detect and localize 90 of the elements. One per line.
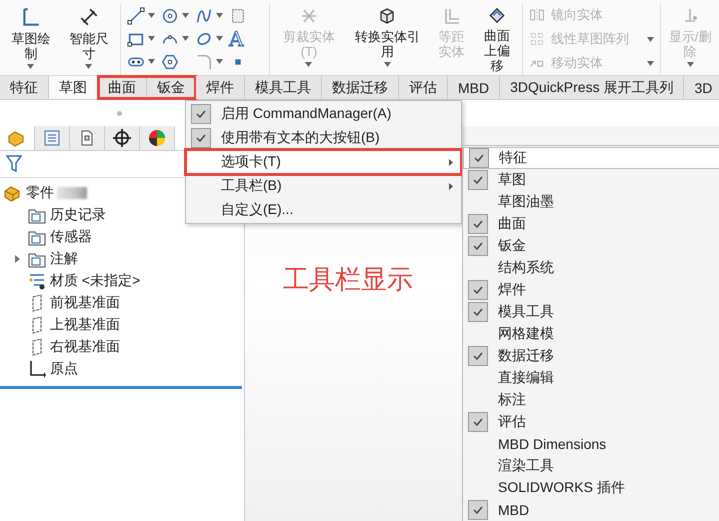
menu-item[interactable]: 模具工具 <box>463 301 719 323</box>
tree-item[interactable]: 材质 <未指定> <box>50 272 140 290</box>
caret-icon[interactable] <box>148 36 155 41</box>
caret-icon[interactable] <box>182 36 189 41</box>
property-tab[interactable] <box>35 126 70 150</box>
polygon-icon[interactable] <box>160 52 179 70</box>
tree-item[interactable]: 上视基准面 <box>50 316 120 334</box>
checkbox[interactable] <box>468 500 488 520</box>
ribbon-button[interactable]: 智能尺寸 <box>62 4 116 75</box>
tree-item[interactable]: 原点 <box>50 360 78 378</box>
tree-item[interactable]: 右视基准面 <box>50 338 120 356</box>
checkbox[interactable] <box>191 104 211 124</box>
caret-icon[interactable] <box>216 13 223 18</box>
caret-icon[interactable] <box>85 64 92 69</box>
caret-icon[interactable] <box>148 59 155 64</box>
tree-item[interactable]: 历史记录 <box>50 206 106 224</box>
checkbox[interactable] <box>468 280 488 300</box>
menu-item[interactable]: 焊件 <box>463 279 719 301</box>
menu-item[interactable]: MBD Dimensions <box>463 433 719 455</box>
caret-icon[interactable] <box>148 13 155 18</box>
check-icon <box>473 286 483 294</box>
expand-icon[interactable] <box>14 255 20 263</box>
display-icon <box>147 128 167 148</box>
text-tool-button[interactable]: A <box>228 28 244 48</box>
dimxpert-tab[interactable] <box>105 126 140 150</box>
tree-item[interactable]: 前视基准面 <box>50 294 120 312</box>
ribbon-button[interactable]: 草图绘制 <box>4 4 58 75</box>
annotation-caption: 工具栏显示 <box>283 264 413 294</box>
check-icon <box>196 110 206 118</box>
line-icon[interactable] <box>126 6 145 24</box>
ribbon-button[interactable]: 曲面上偏移 <box>476 4 518 75</box>
menu-item[interactable]: 曲面 <box>463 213 719 235</box>
ribbon-tab[interactable]: 草图 <box>49 76 98 99</box>
menu-item[interactable]: 草图 <box>463 169 719 191</box>
material-icon <box>27 271 47 291</box>
menu-item[interactable]: 数据迁移 <box>463 345 719 367</box>
check-icon <box>473 242 483 250</box>
menu-item[interactable]: 直接编辑 <box>463 367 719 389</box>
dimension-icon[interactable] <box>78 6 100 28</box>
configuration-tab[interactable] <box>70 126 105 150</box>
tree-item[interactable]: 注解 <box>50 250 78 268</box>
checkbox[interactable] <box>468 346 488 366</box>
tree-item[interactable]: 零件 <box>26 184 54 202</box>
menu-item[interactable]: 使用带有文本的大按钮(B) <box>186 126 461 150</box>
checkbox[interactable] <box>468 412 488 432</box>
redaction-mark <box>57 187 87 199</box>
filter-icon[interactable] <box>6 155 22 173</box>
menu-item[interactable]: 草图油墨 <box>463 191 719 213</box>
display-tab[interactable] <box>140 126 175 150</box>
ribbon-tab[interactable]: 焊件 <box>196 76 245 99</box>
check-icon <box>474 154 484 162</box>
caret-icon[interactable] <box>216 59 223 64</box>
checkbox[interactable] <box>468 214 488 234</box>
caret-icon[interactable] <box>27 64 34 69</box>
check-icon <box>473 506 483 514</box>
caret-icon[interactable] <box>182 13 189 18</box>
menu-item[interactable]: 标注 <box>463 389 719 411</box>
menu-item[interactable]: 结构系统 <box>463 257 719 279</box>
checkbox[interactable] <box>468 170 488 190</box>
menu-item[interactable]: MBD <box>463 499 719 521</box>
menu-item[interactable]: 选项卡(T) <box>186 150 461 174</box>
circle-icon[interactable] <box>160 6 179 24</box>
spline-icon[interactable] <box>194 6 213 24</box>
tree-item[interactable]: 传感器 <box>50 228 92 246</box>
ribbon-button[interactable]: 转换实体引用 <box>348 4 427 75</box>
property-icon <box>42 128 62 148</box>
checkbox[interactable] <box>468 302 488 322</box>
checkbox[interactable] <box>469 148 489 168</box>
menu-item[interactable]: 评估 <box>463 411 719 433</box>
caret-icon[interactable] <box>384 62 391 67</box>
menu-item[interactable]: 工具栏(B) <box>186 174 461 198</box>
menu-item[interactable]: 钣金 <box>463 235 719 257</box>
checkbox[interactable] <box>468 236 488 256</box>
checkbox[interactable] <box>191 128 211 148</box>
check-icon <box>473 352 483 360</box>
menu-item[interactable]: 网格建模 <box>463 323 719 345</box>
splitter-grip[interactable] <box>117 110 122 116</box>
menu-item[interactable]: 启用 CommandManager(A) <box>186 102 461 126</box>
check-icon <box>473 176 483 184</box>
check-icon <box>473 220 483 228</box>
surface-offset-icon[interactable] <box>487 6 508 25</box>
check-icon <box>473 308 483 316</box>
menu-item[interactable]: SOLIDWORKS 插件 <box>463 477 719 499</box>
menu-item[interactable]: 特征 <box>463 147 719 169</box>
origin-icon <box>27 359 47 379</box>
check-icon <box>473 418 483 426</box>
check-icon <box>196 134 206 142</box>
menu-item[interactable]: 渲染工具 <box>463 455 719 477</box>
caret-icon[interactable] <box>216 36 223 41</box>
menu-item[interactable]: 自定义(E)... <box>186 198 461 222</box>
